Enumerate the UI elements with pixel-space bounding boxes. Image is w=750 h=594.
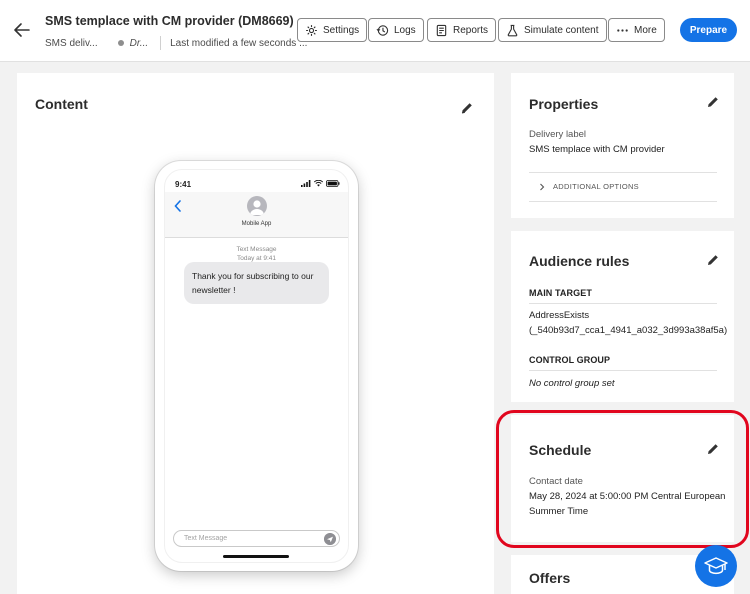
wifi-icon: [314, 180, 323, 187]
divider: [160, 36, 162, 50]
graduation-cap-icon: [704, 557, 728, 575]
main-target-heading: MAIN TARGET: [529, 288, 592, 298]
compose-field: Text Message: [173, 530, 340, 547]
edit-properties-pencil-icon[interactable]: [706, 95, 720, 109]
audience-rules-title: Audience rules: [529, 253, 630, 269]
reports-button[interactable]: Reports: [427, 18, 497, 42]
settings-button[interactable]: Settings: [297, 18, 368, 42]
simulate-content-button[interactable]: Simulate content: [498, 18, 607, 42]
prepare-button[interactable]: Prepare: [680, 18, 737, 42]
contact-avatar: [247, 196, 267, 216]
properties-panel: Properties Delivery label SMS templace w…: [511, 73, 734, 218]
audience-rules-panel: Audience rules MAIN TARGET AddressExists…: [511, 231, 734, 402]
main-target-id: (_540b93d7_cca1_4941_a032_3d993a38af5a): [529, 325, 728, 336]
home-indicator: [223, 555, 289, 558]
learning-help-button[interactable]: [695, 545, 737, 587]
phone-screen: 9:41 Mobile App Text Message Today at 9:…: [164, 169, 349, 563]
report-icon: [436, 24, 447, 36]
more-dots-icon: [617, 28, 628, 32]
gear-icon: [306, 24, 317, 36]
compose-placeholder: Text Message: [184, 535, 228, 542]
schedule-highlight-outline: [496, 410, 749, 548]
divider: [529, 370, 717, 371]
flask-icon: [507, 24, 518, 36]
message-timestamp: Today at 9:41: [236, 255, 277, 262]
logs-button[interactable]: Logs: [368, 18, 424, 42]
status-dot-icon: [117, 40, 124, 46]
edit-audience-pencil-icon[interactable]: [706, 253, 720, 267]
message-header: Mobile App: [165, 192, 348, 238]
history-icon: [376, 24, 389, 36]
last-modified: Last modified a few seconds ...: [170, 37, 308, 49]
send-icon: [324, 533, 336, 545]
person-icon: [250, 200, 264, 215]
delivery-label-label: Delivery label: [529, 129, 587, 140]
offers-title: Offers: [529, 570, 571, 586]
properties-title: Properties: [529, 96, 599, 112]
content-title: Content: [35, 96, 88, 112]
chevron-right-icon: [540, 183, 545, 190]
divider: [529, 303, 717, 304]
content-panel: Content 9:41 Mobile App Text Message Tod…: [17, 73, 494, 594]
more-button[interactable]: More: [608, 18, 665, 42]
battery-icon: [326, 180, 340, 187]
status-label: Dr...: [129, 37, 149, 49]
control-group-heading: CONTROL GROUP: [529, 355, 611, 365]
chevron-left-icon[interactable]: [173, 200, 183, 212]
contact-name: Mobile App: [241, 221, 272, 227]
system-icons: [301, 180, 340, 187]
phone-preview: 9:41 Mobile App Text Message Today at 9:…: [155, 161, 358, 571]
divider: [529, 201, 717, 202]
control-group-value: No control group set: [529, 378, 615, 389]
message-bubble: Thank you for subscribing to our newslet…: [184, 262, 329, 304]
phone-status-bar: 9:41: [165, 170, 348, 192]
back-arrow-icon[interactable]: [12, 20, 32, 40]
channel-label: SMS deliv...: [45, 37, 98, 49]
message-type: Text Message: [236, 246, 277, 253]
signal-icon: [301, 180, 311, 187]
main-target-rule: AddressExists: [529, 310, 590, 321]
edit-content-pencil-icon[interactable]: [460, 101, 474, 115]
phone-time: 9:41: [175, 180, 192, 189]
top-bar: SMS templace with CM provider (DM8669) S…: [0, 0, 750, 62]
divider: [529, 172, 717, 173]
page-title: SMS templace with CM provider (DM8669): [45, 14, 294, 28]
delivery-label-value: SMS templace with CM provider: [529, 144, 665, 155]
additional-options-toggle[interactable]: ADDITIONAL OPTIONS: [539, 182, 639, 191]
header-meta: SMS deliv... Dr... Last modified a few s…: [45, 36, 307, 50]
